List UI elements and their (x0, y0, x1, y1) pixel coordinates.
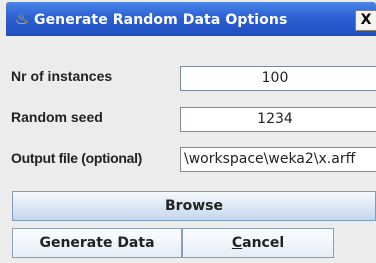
java-cup-icon: ♨ (14, 9, 30, 28)
cancel-button[interactable]: Cancel (182, 228, 334, 258)
seed-label: Random seed (11, 109, 103, 125)
generate-data-button[interactable]: Generate Data (12, 228, 182, 258)
dialog-window: ♨ Generate Random Data Options X Nr of i… (0, 0, 376, 263)
output-file-label: Output file (optional) (11, 150, 143, 166)
title-bar[interactable]: ♨ Generate Random Data Options X (6, 2, 376, 36)
output-file-input[interactable]: \workspace\weka2\x.arff (180, 147, 376, 172)
instances-label: Nr of instances (11, 68, 113, 84)
instances-input[interactable]: 100 (180, 66, 376, 91)
browse-button[interactable]: Browse (12, 191, 376, 221)
cancel-label-rest: ancel (242, 235, 285, 251)
window-title: Generate Random Data Options (34, 12, 288, 28)
cancel-mnemonic: C (231, 235, 243, 251)
close-button[interactable]: X (355, 10, 376, 31)
seed-input[interactable]: 1234 (180, 107, 376, 132)
